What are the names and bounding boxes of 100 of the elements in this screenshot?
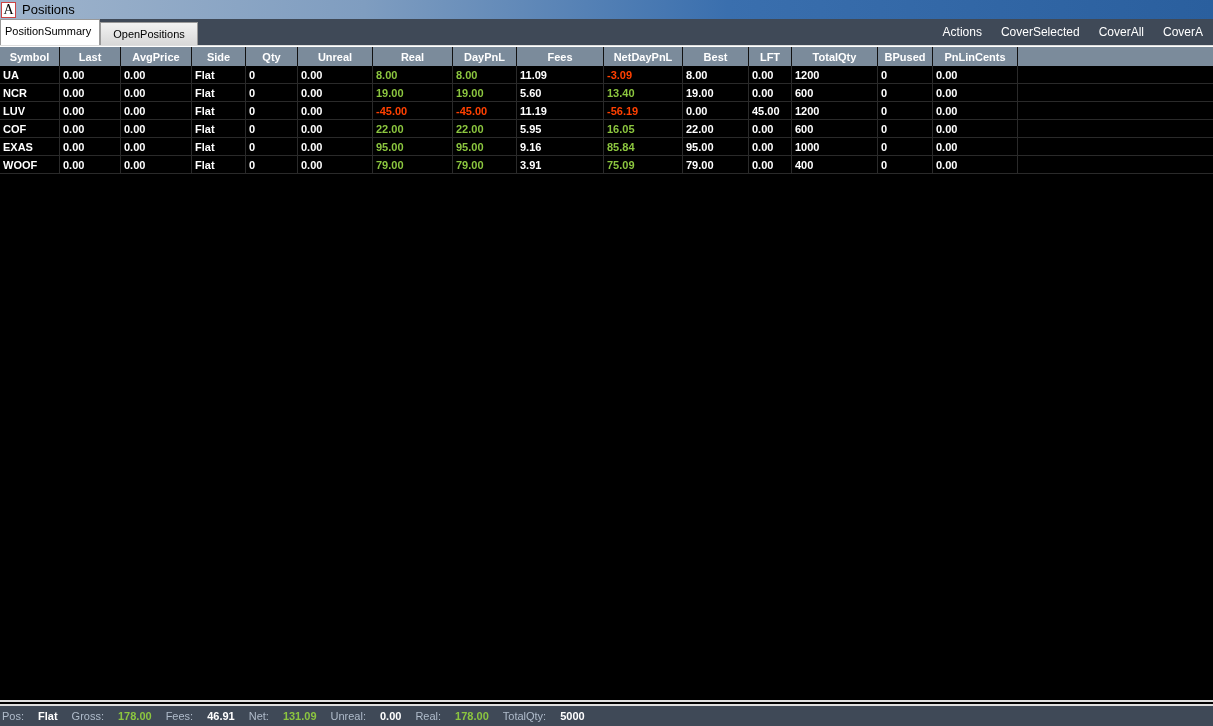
status-label: TotalQty: [502,710,547,722]
table-cell: 0 [878,120,933,137]
column-header[interactable]: Unreal [298,47,373,66]
table-cell: 11.19 [517,102,604,119]
column-header[interactable]: AvgPrice [121,47,192,66]
table-cell: 0.00 [298,120,373,137]
table-cell: 1200 [792,102,878,119]
table-cell: 16.05 [604,120,683,137]
table-cell: 0.00 [298,84,373,101]
column-header[interactable]: Real [373,47,453,66]
table-cell: 95.00 [683,138,749,155]
table-cell: WOOF [0,156,60,173]
app-icon: A [1,1,16,18]
table-cell: 0.00 [60,102,121,119]
table-cell: 22.00 [683,120,749,137]
status-label: Gross: [71,710,104,722]
action-button[interactable]: CoverA [1154,19,1213,45]
action-button[interactable]: Actions [933,19,992,45]
action-button[interactable]: CoverSelected [991,19,1090,45]
table-cell: 0.00 [60,120,121,137]
table-cell: 0.00 [749,84,792,101]
table-cell: 0.00 [933,120,1018,137]
status-label: Fees: [165,710,194,722]
status-label: Net: [248,710,269,722]
table-cell: 79.00 [453,156,517,173]
table-cell: 11.09 [517,66,604,83]
table-cell: 75.09 [604,156,683,173]
status-value: 178.00 [118,710,152,722]
table-cell: 5.60 [517,84,604,101]
table-cell: 0 [878,156,933,173]
tab[interactable]: OpenPositions [100,22,198,45]
column-header[interactable]: BPused [878,47,933,66]
table-cell: Flat [192,120,246,137]
table-cell: 0.00 [933,84,1018,101]
table-cell: 0.00 [933,66,1018,83]
table-cell: 1000 [792,138,878,155]
table-cell: Flat [192,66,246,83]
table-cell: Flat [192,138,246,155]
table-cell: 0 [246,84,298,101]
status-value: Flat [38,710,58,722]
table-cell: Flat [192,84,246,101]
table-cell: 79.00 [683,156,749,173]
table-cell: 0.00 [60,66,121,83]
table-cell: 0.00 [683,102,749,119]
table-cell: 0.00 [60,84,121,101]
table-cell: Flat [192,102,246,119]
table-cell: -45.00 [373,102,453,119]
table-cell: 0.00 [60,156,121,173]
table-cell: 8.00 [453,66,517,83]
column-header[interactable]: LFT [749,47,792,66]
table-cell: 0.00 [749,66,792,83]
window-title: Positions [22,2,75,17]
table-cell: 22.00 [453,120,517,137]
table-cell: 0.00 [933,102,1018,119]
table-cell: 45.00 [749,102,792,119]
table-cell: 0 [878,102,933,119]
column-header[interactable]: Side [192,47,246,66]
status-value: 178.00 [455,710,489,722]
table-cell: 0 [246,156,298,173]
table-cell: 0.00 [298,156,373,173]
table-cell: 0.00 [298,102,373,119]
table-cell: 85.84 [604,138,683,155]
column-header[interactable]: Fees [517,47,604,66]
column-header[interactable]: Last [60,47,121,66]
table-cell: 9.16 [517,138,604,155]
table-cell: 8.00 [683,66,749,83]
status-value: 5000 [560,710,585,722]
column-header[interactable]: NetDayPnL [604,47,683,66]
column-header[interactable]: Qty [246,47,298,66]
table-cell: 0.00 [749,138,792,155]
table-cell: 0.00 [298,138,373,155]
table-cell: 95.00 [453,138,517,155]
table-cell: 0.00 [60,138,121,155]
table-cell: 19.00 [453,84,517,101]
table-cell: 0.00 [298,66,373,83]
table-cell: COF [0,120,60,137]
column-header[interactable]: DayPnL [453,47,517,66]
status-value: 46.91 [207,710,235,722]
table-cell: 79.00 [373,156,453,173]
table-cell: 0.00 [749,156,792,173]
column-header[interactable]: TotalQty [792,47,878,66]
table-cell: 400 [792,156,878,173]
table-cell: Flat [192,156,246,173]
table-cell: 0.00 [933,156,1018,173]
table-cell: 19.00 [683,84,749,101]
table-cell: 0.00 [121,138,192,155]
table-cell: 0.00 [121,102,192,119]
table-cell: 0 [878,138,933,155]
column-header[interactable]: Symbol [0,47,60,66]
action-button[interactable]: CoverAll [1089,19,1154,45]
table-cell: 8.00 [373,66,453,83]
table-cell: 0 [246,120,298,137]
table-cell: UA [0,66,60,83]
table-cell: 0.00 [121,84,192,101]
table-cell: 600 [792,120,878,137]
table-cell: -56.19 [604,102,683,119]
tab[interactable]: PositionSummary [0,19,101,45]
column-header[interactable]: Best [683,47,749,66]
table-cell: EXAS [0,138,60,155]
status-label: Pos: [2,710,24,722]
